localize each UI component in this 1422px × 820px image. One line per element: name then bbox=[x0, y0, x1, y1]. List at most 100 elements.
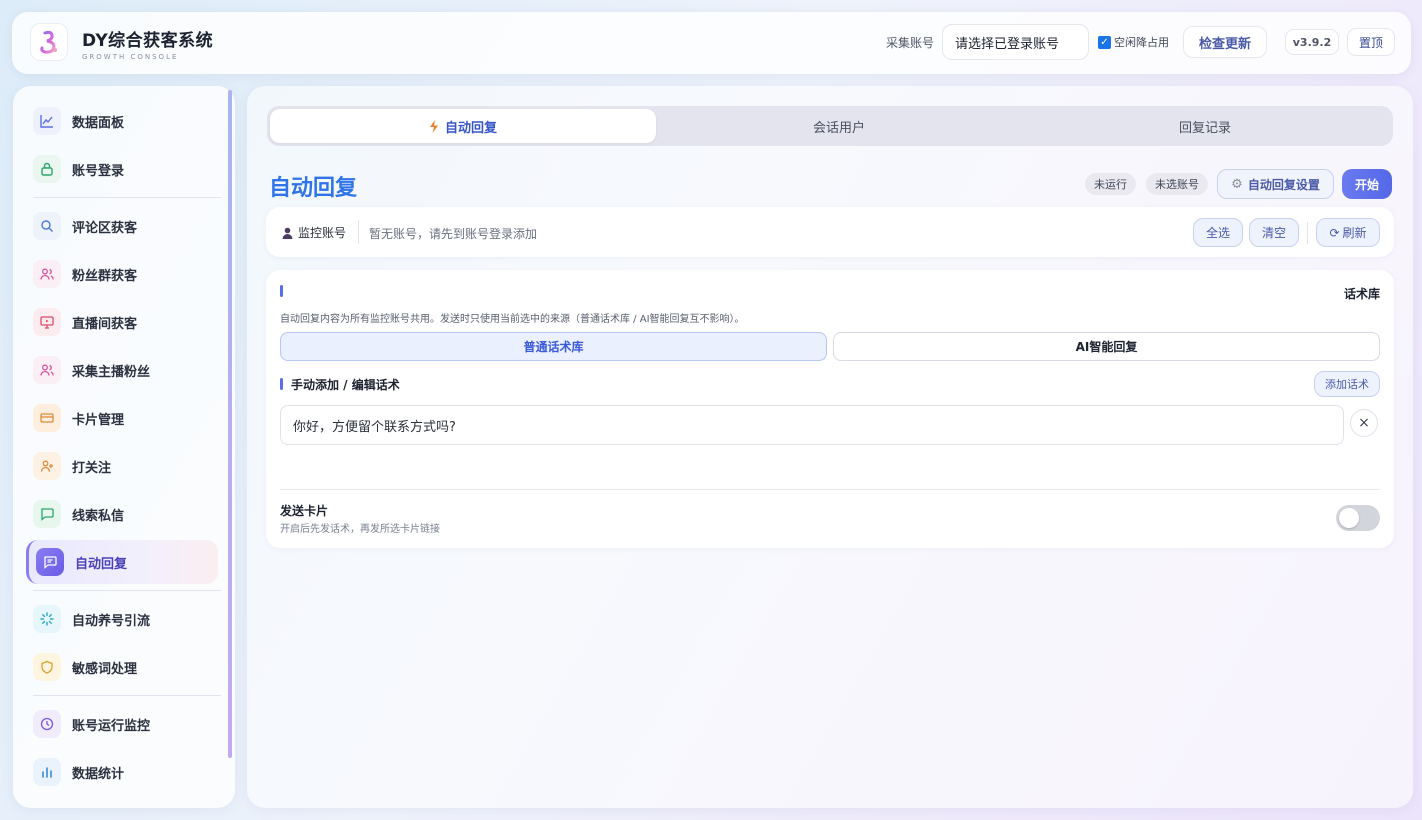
tab-auto-reply[interactable]: 自动回复 bbox=[270, 109, 656, 143]
divider bbox=[358, 220, 359, 244]
logo-icon bbox=[40, 30, 57, 54]
users-icon bbox=[33, 356, 61, 384]
sidebar-item-auto-reply[interactable]: 自动回复 bbox=[26, 540, 218, 584]
loader-icon bbox=[33, 605, 61, 633]
start-button[interactable]: 开始 bbox=[1342, 169, 1392, 199]
refresh-button[interactable]: ⟳ 刷新 bbox=[1316, 218, 1380, 247]
monitor-account-card: 监控账号 暂无账号，请先到账号登录添加 全选 清空 ⟳ 刷新 bbox=[266, 207, 1394, 257]
toggle-knob bbox=[1339, 508, 1359, 528]
page-title: 自动回复 bbox=[269, 176, 358, 201]
sidebar-item-statistics[interactable]: 数据统计 bbox=[33, 752, 221, 792]
source-normal-button[interactable]: 普通话术库 bbox=[280, 332, 827, 361]
sidebar: 数据面板 账号登录 评论区获客 粉丝群获客 直播间获客 采集主播粉丝 卡片管理 … bbox=[13, 86, 235, 808]
tab-bar: 自动回复 会话用户 回复记录 bbox=[267, 106, 1393, 146]
select-all-button[interactable]: 全选 bbox=[1193, 218, 1243, 247]
sidebar-item-account-login[interactable]: 账号登录 bbox=[33, 149, 221, 189]
sidebar-item-label: 自动养号引流 bbox=[72, 613, 151, 629]
user-icon bbox=[282, 227, 293, 239]
send-card-toggle[interactable] bbox=[1336, 505, 1380, 531]
auto-reply-settings-button[interactable]: ⚙ 自动回复设置 bbox=[1217, 169, 1334, 199]
bar-chart-icon bbox=[33, 758, 61, 786]
users-icon bbox=[33, 260, 61, 288]
pin-top-button[interactable]: 置顶 bbox=[1347, 28, 1395, 56]
sidebar-item-label: 卡片管理 bbox=[72, 412, 125, 428]
idle-checkbox-label: 空闲降占用 bbox=[1114, 36, 1169, 49]
app-logo bbox=[30, 23, 68, 61]
clock-icon bbox=[33, 710, 61, 738]
script-entry-input[interactable]: 你好，方便留个联系方式吗? bbox=[280, 405, 1344, 445]
sidebar-item-label: 直播间获客 bbox=[72, 316, 138, 332]
section-accent-bar bbox=[280, 378, 283, 390]
sidebar-divider bbox=[33, 695, 221, 696]
app-subtitle: GROWTH CONSOLE bbox=[82, 53, 179, 61]
version-badge: v3.9.2 bbox=[1285, 29, 1339, 55]
refresh-icon: ⟳ bbox=[1329, 225, 1340, 240]
gear-icon: ⚙ bbox=[1231, 176, 1243, 192]
refresh-label: 刷新 bbox=[1342, 226, 1367, 240]
sidebar-item-account-monitor[interactable]: 账号运行监控 bbox=[33, 704, 221, 744]
reply-message-icon bbox=[36, 548, 64, 576]
sidebar-item-lead-dm[interactable]: 线索私信 bbox=[33, 494, 221, 534]
manual-add-title: 手动添加 / 编辑话术 bbox=[291, 378, 400, 392]
sidebar-item-collect-anchor-fans[interactable]: 采集主播粉丝 bbox=[33, 350, 221, 390]
monitor-empty-text: 暂无账号，请先到账号登录添加 bbox=[369, 227, 538, 241]
shield-icon bbox=[33, 653, 61, 681]
idle-checkbox[interactable]: ✓ 空闲降占用 bbox=[1098, 34, 1169, 50]
checkbox-check-icon[interactable]: ✓ bbox=[1098, 35, 1111, 49]
divider bbox=[280, 489, 1380, 490]
sidebar-item-label: 数据统计 bbox=[72, 766, 125, 782]
sidebar-scrollbar[interactable] bbox=[228, 90, 232, 758]
sidebar-item-label: 敏感词处理 bbox=[72, 661, 138, 677]
send-card-description: 开启后先发话术，再发所选卡片链接 bbox=[280, 524, 440, 535]
sidebar-item-card-management[interactable]: 卡片管理 bbox=[33, 398, 221, 438]
message-icon bbox=[33, 500, 61, 528]
sidebar-item-label: 打关注 bbox=[72, 460, 112, 476]
check-update-button[interactable]: 检查更新 bbox=[1183, 26, 1267, 58]
library-description: 自动回复内容为所有监控账号共用。发送时只使用当前选中的来源（普通话术库 / AI… bbox=[280, 314, 745, 325]
account-select[interactable]: 请选择已登录账号 bbox=[942, 24, 1089, 60]
sidebar-item-label: 粉丝群获客 bbox=[72, 268, 138, 284]
account-select-label: 采集账号 bbox=[885, 35, 934, 50]
search-icon bbox=[33, 212, 61, 240]
library-title: 话术库 bbox=[1343, 287, 1380, 301]
sidebar-item-sensitive-words[interactable]: 敏感词处理 bbox=[33, 647, 221, 687]
sidebar-item-fan-group-leads[interactable]: 粉丝群获客 bbox=[33, 254, 221, 294]
main-panel: 自动回复 会话用户 回复记录 自动回复 未运行 未选账号 ⚙ 自动回复设置 开始… bbox=[247, 86, 1413, 808]
sidebar-item-label: 数据面板 bbox=[72, 115, 125, 131]
lightning-icon bbox=[429, 119, 438, 133]
add-script-button[interactable]: 添加话术 bbox=[1314, 371, 1380, 397]
top-bar: DY综合获客系统 GROWTH CONSOLE 采集账号 请选择已登录账号 ✓ … bbox=[12, 12, 1411, 74]
sidebar-item-label: 评论区获客 bbox=[72, 220, 138, 236]
sidebar-item-label: 账号登录 bbox=[72, 163, 125, 179]
card-icon bbox=[33, 404, 61, 432]
sidebar-divider bbox=[33, 590, 221, 591]
close-icon: × bbox=[1358, 415, 1370, 431]
monitor-icon bbox=[33, 308, 61, 336]
tab-session-users[interactable]: 会话用户 bbox=[656, 109, 1022, 143]
lock-icon bbox=[33, 155, 61, 183]
monitor-account-label: 监控账号 bbox=[298, 226, 347, 240]
section-accent-bar bbox=[280, 285, 283, 297]
status-badge-running: 未运行 bbox=[1085, 173, 1136, 195]
sidebar-item-label: 线索私信 bbox=[72, 508, 125, 524]
clear-button[interactable]: 清空 bbox=[1249, 218, 1299, 247]
sidebar-item-comment-leads[interactable]: 评论区获客 bbox=[33, 206, 221, 246]
auto-reply-settings-label: 自动回复设置 bbox=[1247, 177, 1320, 192]
sidebar-item-auto-nurture[interactable]: 自动养号引流 bbox=[33, 599, 221, 639]
sidebar-item-label: 采集主播粉丝 bbox=[72, 364, 151, 380]
source-ai-button[interactable]: AI智能回复 bbox=[833, 332, 1380, 361]
sidebar-divider bbox=[33, 197, 221, 198]
sidebar-item-label: 账号运行监控 bbox=[72, 718, 151, 734]
tab-reply-records[interactable]: 回复记录 bbox=[1022, 109, 1388, 143]
delete-script-button[interactable]: × bbox=[1350, 409, 1378, 437]
sidebar-item-live-room-leads[interactable]: 直播间获客 bbox=[33, 302, 221, 342]
app-title: DY综合获客系统 bbox=[82, 31, 214, 51]
sidebar-item-follow[interactable]: 打关注 bbox=[33, 446, 221, 486]
divider bbox=[1307, 222, 1308, 244]
send-card-title: 发送卡片 bbox=[280, 504, 329, 518]
line-chart-icon bbox=[33, 107, 61, 135]
sidebar-item-label: 自动回复 bbox=[75, 556, 128, 572]
sidebar-item-dashboard[interactable]: 数据面板 bbox=[33, 101, 221, 141]
status-badge-account: 未选账号 bbox=[1146, 173, 1208, 195]
user-plus-icon bbox=[33, 452, 61, 480]
